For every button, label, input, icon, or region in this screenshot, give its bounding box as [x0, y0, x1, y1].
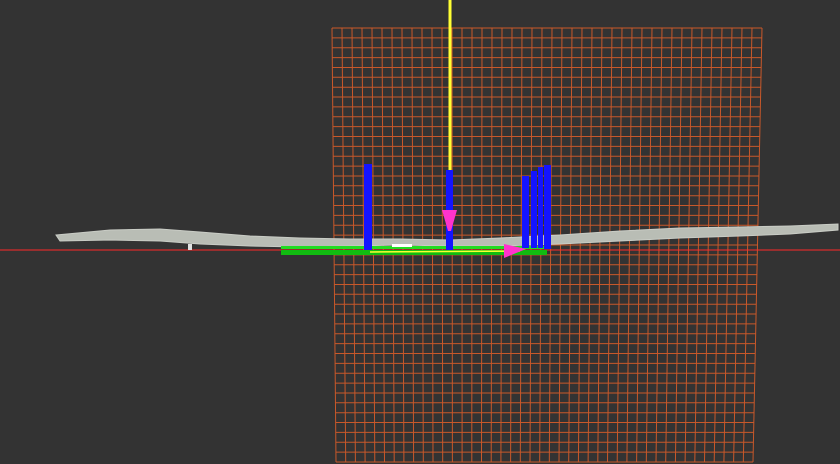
obstacle-pillar [531, 171, 537, 248]
trajectory-highlight [392, 244, 412, 247]
obstacle-pillar [538, 167, 543, 248]
obstacle-pillar [544, 165, 551, 249]
obstacle-pillar [522, 176, 529, 248]
3d-viewport[interactable] [0, 0, 840, 464]
planned-path-segment [369, 250, 521, 253]
point-cloud-fragment [188, 244, 192, 250]
obstacle-pillar [364, 164, 372, 250]
scene-canvas[interactable] [0, 0, 840, 464]
